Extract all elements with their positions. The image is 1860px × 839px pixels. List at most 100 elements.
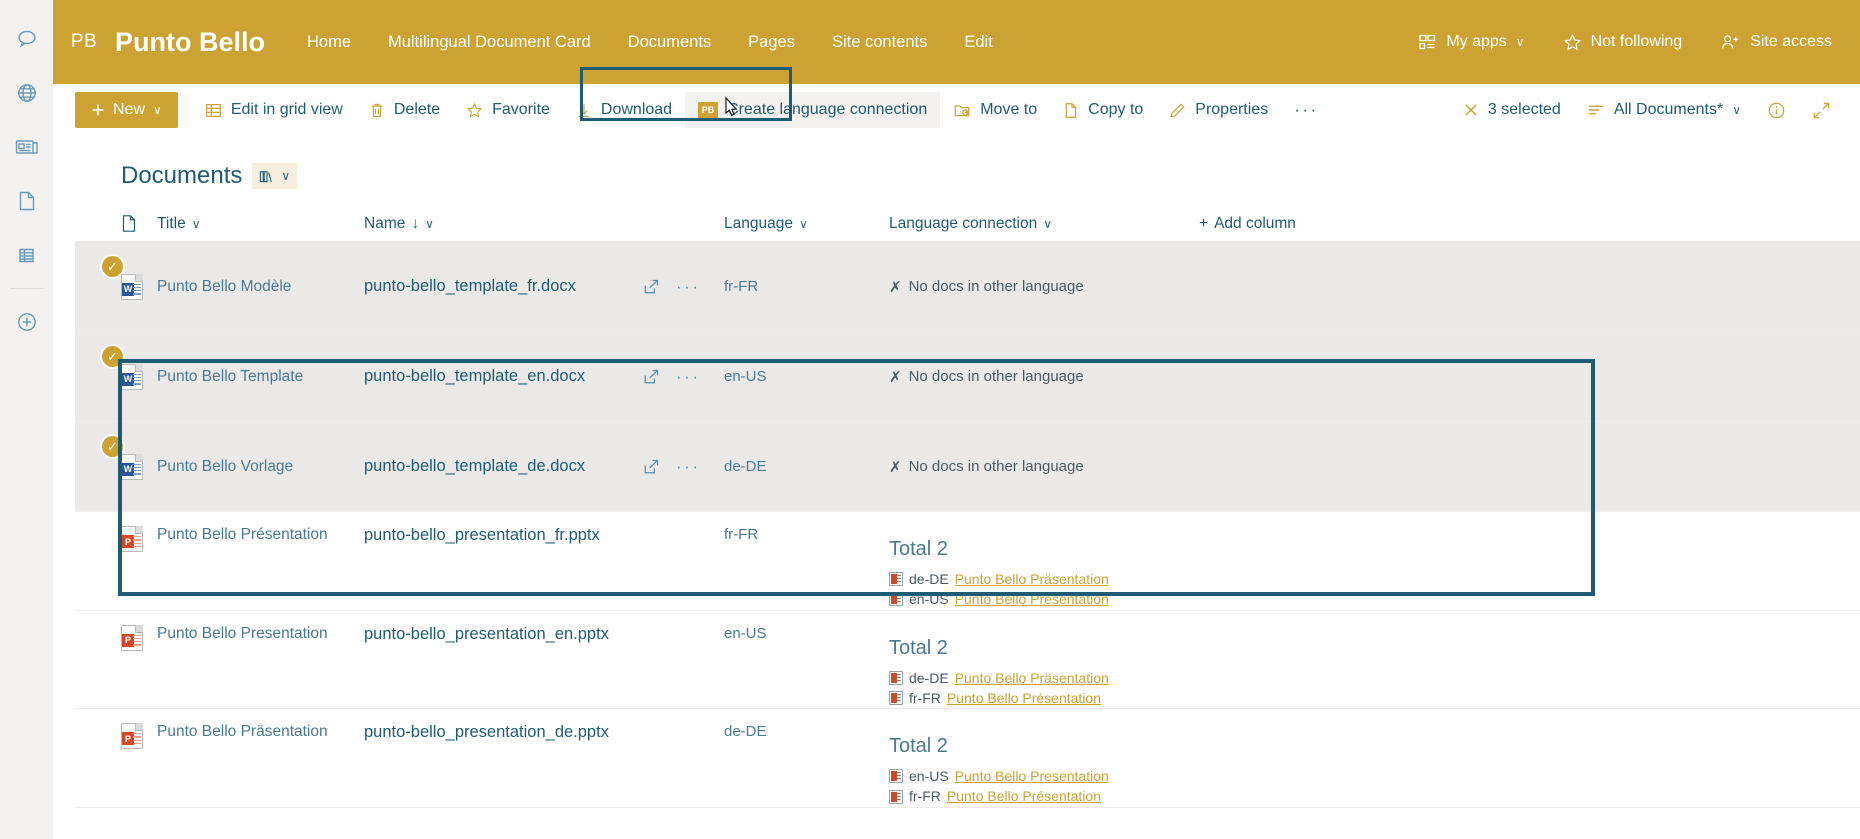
nav-item-home[interactable]: Home: [307, 33, 351, 52]
move-to-icon: [953, 102, 971, 119]
rail-item-globe[interactable]: [0, 66, 53, 120]
row-language: en-US: [724, 611, 889, 700]
rail-item-page[interactable]: [0, 174, 53, 228]
connection-link[interactable]: Punto Bello Presentation: [955, 589, 1109, 609]
row-title[interactable]: Punto Bello Präsentation: [157, 709, 364, 798]
column-header-title-label: Title: [157, 214, 186, 232]
close-icon: [1463, 102, 1479, 118]
rail-item-list[interactable]: [0, 228, 53, 282]
books-icon: [259, 169, 275, 184]
edit-in-grid-view-button[interactable]: Edit in grid view: [192, 92, 356, 128]
row-checkbox-selected[interactable]: ✓: [102, 346, 123, 367]
share-icon[interactable]: [643, 458, 660, 475]
row-more-actions-icon[interactable]: ···: [676, 277, 700, 297]
view-selector-button[interactable]: All Documents* ∨: [1574, 92, 1754, 128]
row-name[interactable]: punto-bello_presentation_en.pptx: [364, 611, 643, 700]
overflow-button[interactable]: ···: [1281, 92, 1331, 128]
table-row[interactable]: ✓ W Punto Bello Vorlage punto-bello_temp…: [75, 422, 1860, 512]
library-view-switcher[interactable]: ∨: [252, 163, 298, 189]
row-more-actions-icon[interactable]: ···: [676, 367, 700, 387]
row-name[interactable]: punto-bello_presentation_de.pptx: [364, 709, 643, 798]
word-file-icon: W: [121, 453, 143, 480]
delete-label: Delete: [393, 101, 441, 118]
header-actions: My apps ∨ Not following Site access: [1418, 33, 1832, 52]
table-row[interactable]: ✓ W Punto Bello Modèle punto-bello_templ…: [75, 242, 1860, 332]
nav-item-edit[interactable]: Edit: [964, 33, 992, 52]
selection-count-button[interactable]: 3 selected: [1450, 92, 1574, 128]
details-info-button[interactable]: [1754, 92, 1799, 128]
nav-item-multilingual-document-card[interactable]: Multilingual Document Card: [388, 33, 591, 52]
table-header-row: Title ∨ Name ↓ ∨ Language ∨ Language con…: [75, 206, 1860, 242]
chevron-down-icon: ∨: [191, 216, 201, 231]
column-header-language[interactable]: Language ∨: [724, 215, 889, 233]
row-name-label: punto-bello_presentation_de.pptx: [364, 723, 609, 742]
not-following-button[interactable]: Not following: [1563, 33, 1682, 52]
column-header-title[interactable]: Title ∨: [157, 215, 364, 233]
site-access-button[interactable]: Site access: [1720, 33, 1832, 52]
table-row[interactable]: ✓ W Punto Bello Template punto-bello_tem…: [75, 332, 1860, 422]
powerpoint-mini-icon: [889, 789, 903, 804]
move-to-button[interactable]: Move to: [940, 92, 1050, 128]
row-name[interactable]: punto-bello_presentation_fr.pptx: [364, 512, 643, 601]
new-button[interactable]: New ∨: [75, 92, 178, 128]
favorite-button[interactable]: Favorite: [453, 92, 563, 128]
share-icon[interactable]: [643, 278, 660, 295]
my-apps-button[interactable]: My apps ∨: [1418, 33, 1525, 52]
rail-item-news[interactable]: [0, 120, 53, 174]
row-title[interactable]: Punto Bello Vorlage: [157, 422, 364, 511]
nav-item-pages[interactable]: Pages: [748, 33, 795, 52]
connection-item[interactable]: en-US Punto Bello Presentation: [889, 589, 1199, 609]
row-title[interactable]: Punto Bello Présentation: [157, 512, 364, 601]
add-column-button[interactable]: + Add column: [1199, 215, 1860, 233]
row-name[interactable]: punto-bello_template_fr.docx: [364, 242, 643, 331]
table-row[interactable]: P Punto Bello Präsentation punto-bello_p…: [75, 709, 1860, 808]
chevron-down-icon: ∨: [1515, 35, 1525, 49]
connection-link[interactable]: Punto Bello Präsentation: [955, 668, 1109, 688]
connection-item[interactable]: de-DE Punto Bello Präsentation: [889, 569, 1199, 589]
row-quick-actions: [643, 709, 724, 798]
column-header-file-type[interactable]: [121, 214, 157, 233]
connection-link[interactable]: Punto Bello Presentation: [955, 766, 1109, 786]
row-title[interactable]: Punto Bello Presentation: [157, 611, 364, 700]
row-checkbox-selected[interactable]: ✓: [102, 436, 123, 457]
connection-item[interactable]: en-US Punto Bello Presentation: [889, 766, 1199, 786]
share-icon[interactable]: [643, 368, 660, 385]
row-title[interactable]: Punto Bello Template: [157, 332, 364, 421]
row-title-label: Punto Bello Präsentation: [157, 723, 328, 741]
properties-button[interactable]: Properties: [1156, 92, 1281, 128]
table-row[interactable]: P Punto Bello Presentation punto-bello_p…: [75, 610, 1860, 710]
row-name[interactable]: punto-bello_template_de.docx: [364, 422, 643, 511]
download-button[interactable]: Download: [563, 92, 685, 128]
documents-table: Title ∨ Name ↓ ∨ Language ∨ Language con…: [75, 206, 1860, 808]
rail-item-chat[interactable]: [0, 12, 53, 66]
column-header-language-connection[interactable]: Language connection ∨: [889, 215, 1199, 233]
column-header-name[interactable]: Name ↓ ∨: [364, 215, 643, 233]
view-list-icon: [1587, 102, 1605, 118]
star-icon: [466, 102, 483, 119]
chat-icon: [15, 27, 39, 51]
row-more-actions-icon[interactable]: ···: [676, 457, 700, 477]
rail-item-create[interactable]: [0, 295, 53, 349]
connection-item[interactable]: de-DE Punto Bello Präsentation: [889, 668, 1199, 688]
row-name[interactable]: punto-bello_template_en.docx: [364, 332, 643, 421]
row-checkbox-selected[interactable]: ✓: [102, 256, 123, 277]
powerpoint-mini-icon: [889, 691, 903, 706]
copy-to-button[interactable]: Copy to: [1050, 92, 1156, 128]
sort-ascending-icon: ↓: [411, 214, 420, 232]
expand-button[interactable]: [1799, 92, 1844, 128]
nav-item-documents[interactable]: Documents: [628, 33, 711, 52]
command-bar: New ∨ Edit in grid view Delete Favorite …: [53, 84, 1860, 136]
row-name-label: punto-bello_template_en.docx: [364, 367, 586, 385]
table-row[interactable]: P Punto Bello Présentation punto-bello_p…: [75, 512, 1860, 611]
delete-button[interactable]: Delete: [356, 92, 453, 128]
connection-item[interactable]: fr-FR Punto Bello Présentation: [889, 786, 1199, 806]
connection-link[interactable]: Punto Bello Présentation: [947, 786, 1101, 806]
connection-item[interactable]: fr-FR Punto Bello Présentation: [889, 688, 1199, 708]
row-language: fr-FR: [724, 512, 889, 601]
row-title[interactable]: Punto Bello Modèle: [157, 242, 364, 331]
connection-link[interactable]: Punto Bello Présentation: [947, 688, 1101, 708]
connection-link[interactable]: Punto Bello Präsentation: [955, 569, 1109, 589]
no-connection-label: No docs in other language: [908, 458, 1084, 475]
site-logo[interactable]: PB: [53, 31, 115, 53]
nav-item-site-contents[interactable]: Site contents: [832, 33, 927, 52]
